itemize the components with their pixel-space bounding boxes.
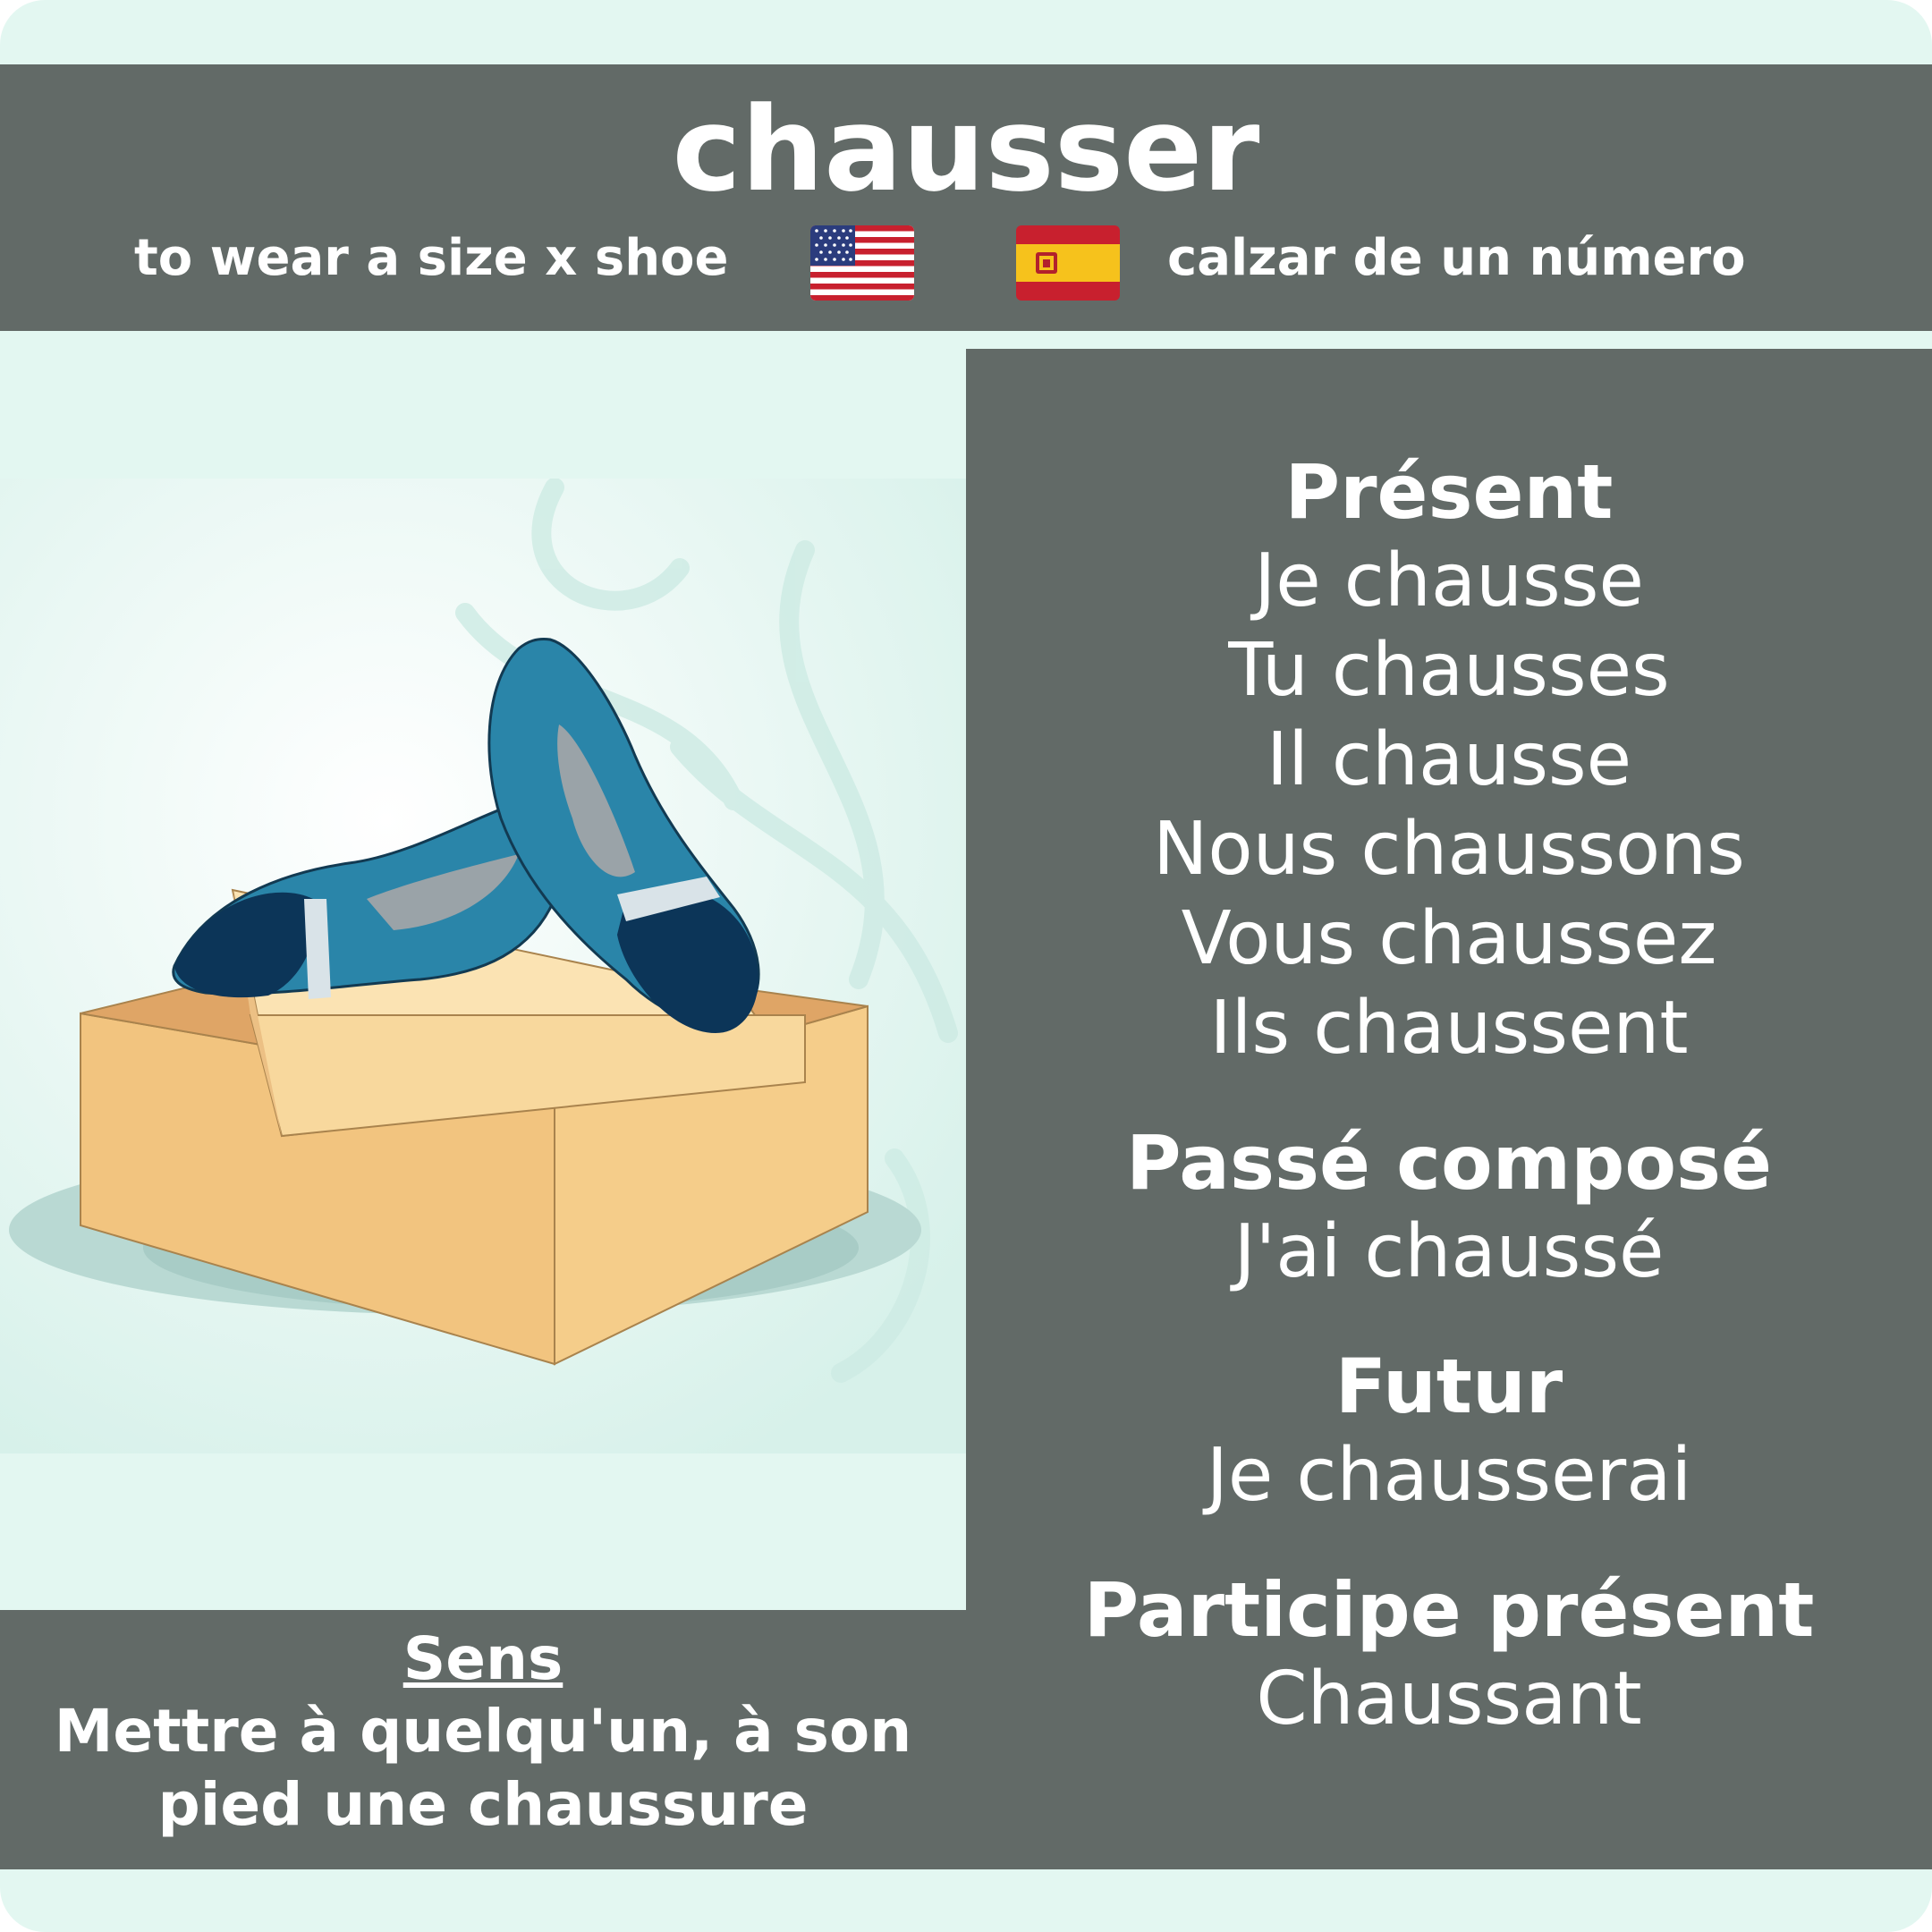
present-form-vous: Vous chaussez <box>1181 896 1717 981</box>
present-form-tu: Tu chausses <box>1228 628 1670 713</box>
present-form-ils: Ils chaussent <box>1209 986 1689 1071</box>
flashcard: chausser to wear a size x shoe calzar de… <box>0 0 1932 1932</box>
participe-present-title: Participe présent <box>1083 1566 1815 1654</box>
passe-compose-title: Passé composé <box>1125 1119 1773 1207</box>
shoes-on-box-illustration <box>0 478 966 1453</box>
us-flag-icon <box>810 225 914 301</box>
spanish-translation: calzar de un número <box>1167 229 1746 287</box>
spain-flag-icon <box>1016 225 1120 301</box>
present-form-il: Il chausse <box>1266 717 1632 802</box>
present-title: Présent <box>1284 448 1614 536</box>
conjugation-list: Présent Je chausse Tu chausses Il chauss… <box>966 447 1932 1744</box>
verb-title: chausser <box>672 81 1260 217</box>
present-form-nous: Nous chaussons <box>1153 807 1745 892</box>
meaning-block: Sens Mettre à quelqu'un, à son pied une … <box>0 1623 966 1842</box>
meaning-definition: Mettre à quelqu'un, à son pied une chaus… <box>54 1697 912 1839</box>
english-translation: to wear a size x shoe <box>134 229 729 287</box>
meaning-title: Sens <box>402 1624 564 1693</box>
futur-title: Futur <box>1335 1343 1563 1430</box>
futur-form: Je chausserai <box>1206 1433 1692 1518</box>
present-form-je: Je chausse <box>1254 538 1644 623</box>
participe-present-form: Chaussant <box>1256 1657 1642 1741</box>
passe-compose-form: J'ai chaussé <box>1233 1209 1665 1294</box>
